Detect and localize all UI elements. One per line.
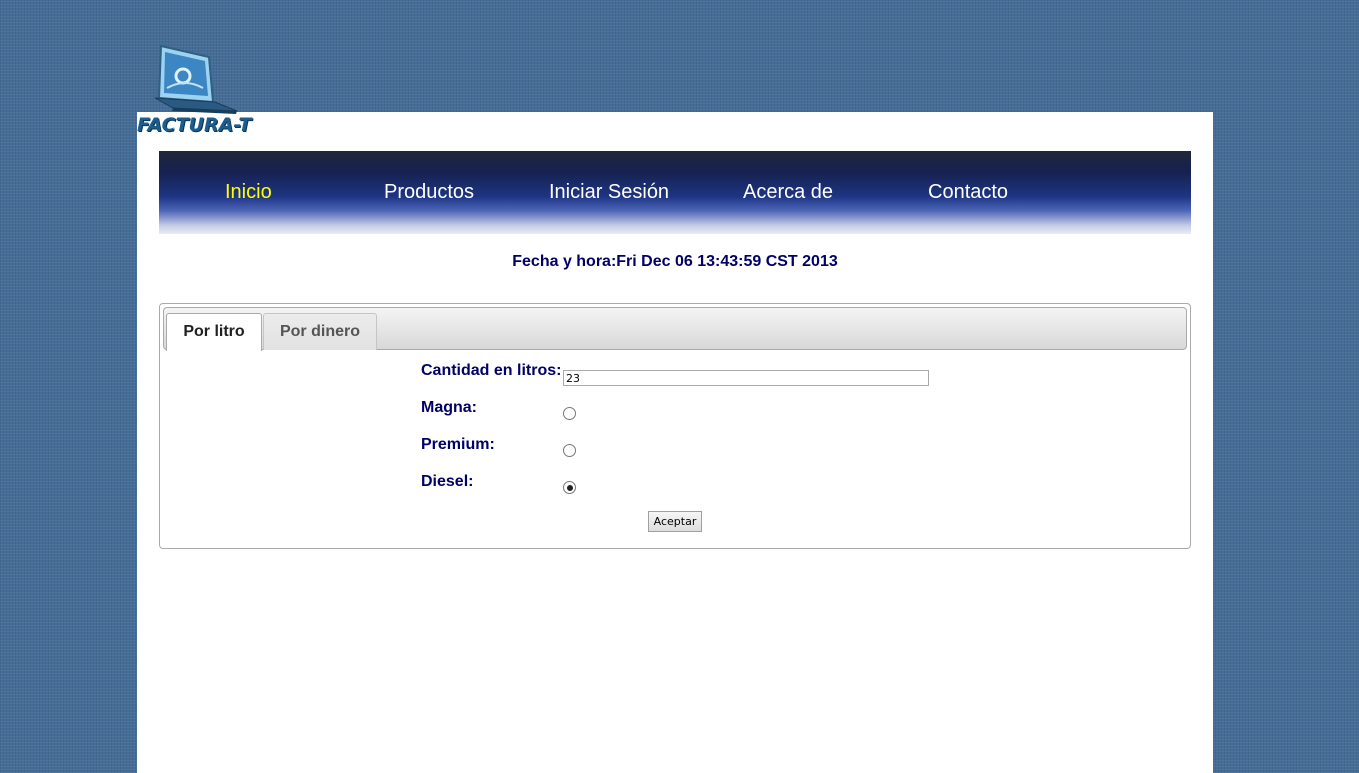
tab-bar: Por litro Por dinero	[163, 307, 1187, 351]
factura-t-logo: FACTURA-T	[137, 44, 252, 138]
nav-item-contacto[interactable]: Contacto	[928, 181, 1008, 204]
tab-por-litro[interactable]: Por litro	[166, 313, 262, 351]
quantity-label: Cantidad en litros:	[421, 362, 562, 379]
premium-radio[interactable]	[563, 444, 576, 457]
quantity-input[interactable]	[563, 370, 929, 386]
aceptar-button[interactable]: Aceptar	[648, 511, 702, 532]
magna-label: Magna:	[421, 399, 477, 416]
nav-item-acerca-de[interactable]: Acerca de	[743, 181, 833, 204]
diesel-label: Diesel:	[421, 473, 474, 490]
tab-por-dinero[interactable]: Por dinero	[263, 313, 377, 350]
laptop-logo-icon	[154, 44, 238, 114]
nav-item-iniciar-sesion[interactable]: Iniciar Sesión	[549, 181, 669, 204]
nav-item-productos[interactable]: Productos	[384, 181, 474, 204]
diesel-radio[interactable]	[563, 481, 576, 494]
logo-text: FACTURA-T	[137, 114, 252, 136]
page-container: Inicio Productos Iniciar Sesión Acerca d…	[137, 112, 1213, 773]
datetime-display: Fecha y hora:Fri Dec 06 13:43:59 CST 201…	[512, 253, 838, 270]
main-navigation: Inicio Productos Iniciar Sesión Acerca d…	[159, 151, 1191, 234]
tabs-panel: Por litro Por dinero Cantidad en litros:…	[159, 303, 1191, 549]
premium-label: Premium:	[421, 436, 495, 453]
magna-radio[interactable]	[563, 407, 576, 420]
nav-item-inicio[interactable]: Inicio	[225, 181, 272, 204]
